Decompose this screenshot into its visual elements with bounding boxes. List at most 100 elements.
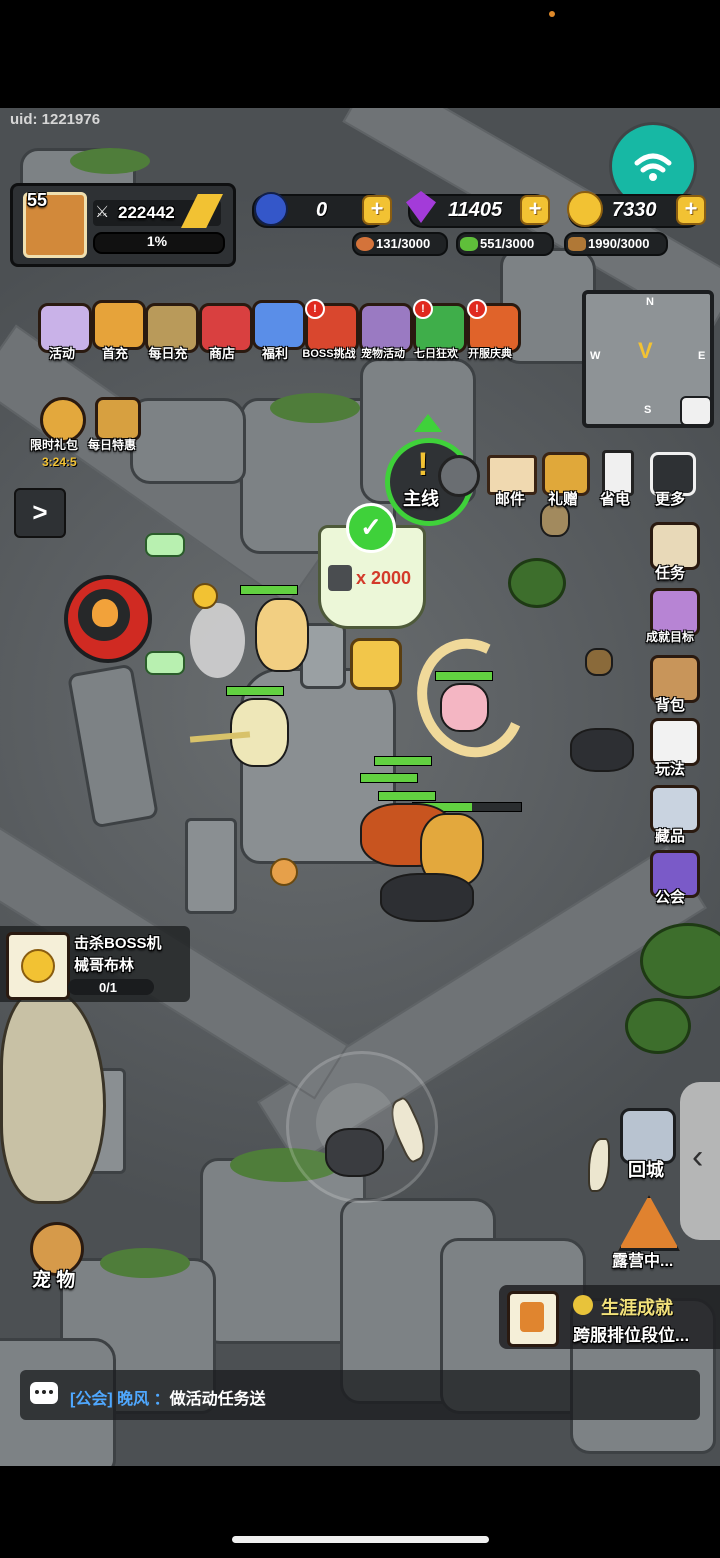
smoke-effect: [190, 603, 245, 678]
player-level: 55: [27, 190, 48, 210]
gold-value: 7330: [612, 199, 657, 221]
carved-pillar: [66, 663, 160, 829]
boss-marker-button[interactable]: [64, 575, 152, 663]
medal-icon: [573, 1295, 593, 1315]
career-subtitle: 跨服排位段位...: [573, 1326, 690, 1345]
enemy-wolf[interactable]: [570, 728, 634, 772]
enemy-goblin[interactable]: [585, 648, 613, 676]
backpack-label[interactable]: 背包: [635, 694, 705, 715]
meat-icon: [356, 237, 374, 251]
enemy-wolf[interactable]: [325, 1128, 384, 1177]
minimap-north: N: [646, 296, 654, 308]
wood-resource-bar: 1990/3000: [564, 232, 668, 256]
wood-icon: [568, 237, 586, 251]
exclamation-icon: !: [417, 446, 429, 482]
add-gem-button[interactable]: +: [520, 195, 550, 225]
moon-crystal-icon: [254, 192, 288, 226]
minimap-west: W: [590, 350, 601, 362]
herb-node[interactable]: [145, 533, 185, 557]
gem-value: 11405: [448, 199, 503, 221]
add-moon-button[interactable]: +: [362, 195, 392, 225]
player-panel[interactable]: 55 ⚔ 222442 1%: [10, 183, 236, 267]
health-bar: [226, 686, 284, 696]
item-drop[interactable]: [270, 858, 298, 886]
hero-unit[interactable]: [440, 683, 489, 732]
badge-emblem: [520, 1302, 544, 1332]
side-drawer-handle[interactable]: ‹: [680, 1082, 720, 1240]
career-achievement-banner[interactable]: 生涯成就 跨服排位段位...: [499, 1285, 720, 1349]
wood-value: 1990/3000: [588, 236, 650, 251]
herb-icon: [460, 237, 478, 251]
chat-bubble-icon: [30, 1382, 58, 1404]
enemy-wolf[interactable]: [380, 873, 474, 922]
alert-badge: !: [413, 299, 433, 319]
achievement-label[interactable]: 成就目标: [635, 628, 705, 645]
herb-value: 551/3000: [480, 236, 535, 251]
chat-channel: [公会]: [70, 1391, 113, 1408]
chat-bar[interactable]: [公会] 晚风 ：做活动任务送: [20, 1370, 700, 1420]
moss: [270, 393, 360, 423]
daily-deal-label[interactable]: 每日特惠: [88, 436, 136, 453]
add-gold-button[interactable]: +: [676, 195, 706, 225]
gold-coin-icon: [567, 191, 603, 227]
uid-label: uid: 1221976: [10, 111, 101, 128]
player-marker-icon: V: [638, 338, 653, 363]
minimap-east: E: [698, 350, 706, 362]
ore-icon: [328, 565, 352, 591]
ruin-pillar: [185, 818, 237, 914]
main-quest-label[interactable]: 主线: [403, 485, 439, 511]
career-title: 生涯成就: [601, 1298, 673, 1318]
treasure-chest[interactable]: [350, 638, 402, 690]
tree: [640, 923, 720, 999]
menu-celebration-label[interactable]: 开服庆典: [455, 345, 525, 361]
alert-badge: !: [305, 299, 325, 319]
home-indicator[interactable]: [232, 1536, 489, 1543]
quest-title: 击杀BOSS机: [74, 935, 162, 952]
health-bar: [360, 773, 418, 783]
quest-progress: 0/1: [98, 980, 118, 995]
limited-gift-timer: 3:24:5: [42, 455, 77, 469]
health-bar: [374, 756, 432, 766]
coin-drop[interactable]: [192, 583, 218, 609]
guild-label[interactable]: 公会: [635, 886, 705, 907]
pet-label[interactable]: 宠 物: [32, 1265, 75, 1292]
rock: [130, 398, 246, 484]
tree: [508, 558, 566, 608]
skull-bones: [0, 988, 106, 1204]
exp-percent: 1%: [146, 233, 168, 249]
limited-gift-label[interactable]: 限时礼包: [30, 436, 78, 453]
collection-label[interactable]: 藏品: [635, 825, 705, 846]
scale-icon[interactable]: [95, 397, 141, 441]
hero-unit[interactable]: [255, 598, 309, 672]
tusk: [588, 1138, 610, 1192]
settings-gear-icon[interactable]: [438, 455, 480, 497]
health-bar: [435, 671, 493, 681]
health-bar: [240, 585, 298, 595]
check-icon: ✓: [346, 503, 396, 553]
notification-dot: [549, 11, 555, 17]
quest-label[interactable]: 任务: [635, 562, 705, 583]
camp-label[interactable]: 露营中...: [612, 1247, 673, 1271]
herb-resource-bar: 551/3000: [456, 232, 554, 256]
meat-resource-bar: 131/3000: [352, 232, 448, 256]
achievement-badge-icon: [507, 1291, 559, 1347]
camera-icon[interactable]: [680, 396, 712, 426]
tree: [625, 998, 691, 1054]
return-city-label[interactable]: 回城: [611, 1156, 681, 1182]
herb-node[interactable]: [145, 651, 185, 675]
gameplay-label[interactable]: 玩法: [635, 758, 705, 779]
chat-message-line: [公会] 晚风 ：做活动任务送: [70, 1385, 266, 1409]
health-bar: [378, 791, 436, 801]
moon-value: 0: [316, 199, 328, 221]
up-arrow-icon: [414, 414, 442, 432]
chat-message: 做活动任务送: [169, 1391, 266, 1408]
expand-arrow-button[interactable]: >: [14, 488, 66, 538]
gold-reward-icon: [6, 932, 70, 1000]
quest-subtitle: 械哥布林: [74, 957, 135, 974]
more-label[interactable]: 更多: [635, 488, 705, 509]
quest-tracker[interactable]: 击杀BOSS机 械哥布林 0/1: [0, 926, 190, 1002]
moss: [100, 1248, 190, 1278]
minimap-south: S: [644, 404, 652, 416]
alert-badge: !: [467, 299, 487, 319]
chevron-left-icon: ‹: [692, 1138, 704, 1176]
